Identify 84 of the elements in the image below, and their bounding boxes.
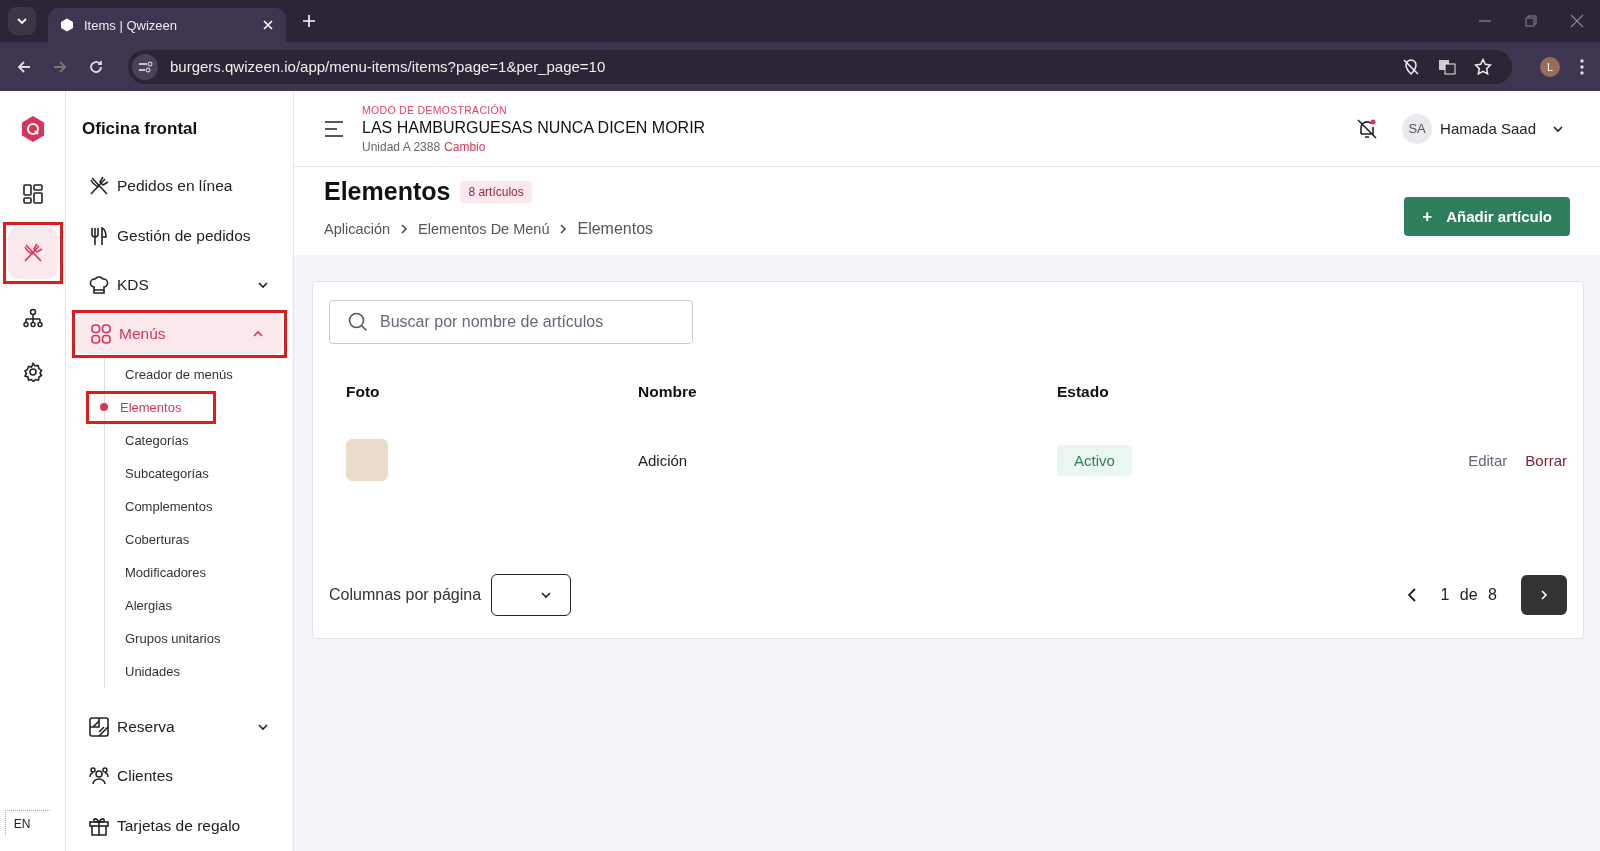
- search-icon: [348, 312, 368, 332]
- sidebar-item[interactable]: Reserva: [72, 701, 287, 752]
- sidebar-item[interactable]: Clientes: [72, 751, 287, 802]
- submenu-item[interactable]: Modificadores: [125, 564, 206, 580]
- submenu-item[interactable]: Subcategorías: [125, 465, 209, 481]
- restore-icon[interactable]: [1524, 14, 1538, 28]
- settings-icon: [22, 362, 43, 382]
- grid-icon: [91, 324, 111, 344]
- floor-plan-icon: [89, 716, 109, 737]
- back-icon[interactable]: [16, 58, 32, 75]
- unit-label: Unidad A 2388: [362, 139, 441, 154]
- location-off-icon[interactable]: [1402, 57, 1420, 76]
- chevron-right-icon: [400, 223, 409, 235]
- new-tab-icon[interactable]: [302, 14, 316, 28]
- site-settings-icon[interactable]: [132, 53, 158, 80]
- close-icon[interactable]: [262, 19, 274, 31]
- star-icon[interactable]: [1474, 57, 1492, 76]
- chef-hat-icon: [89, 275, 109, 296]
- site-logo-icon: [60, 18, 74, 32]
- chevron-right-icon: [1540, 589, 1548, 601]
- submenu-item[interactable]: Alergias: [125, 597, 172, 613]
- breadcrumb-link[interactable]: Aplicación: [324, 221, 391, 237]
- status-badge: Activo: [1057, 444, 1132, 476]
- fork-icon: [89, 225, 109, 246]
- sitemap-icon: [22, 308, 43, 328]
- breadcrumb-link[interactable]: Elementos De Menú: [418, 221, 550, 237]
- submenu-item[interactable]: Unidades: [125, 663, 180, 679]
- submenu-item[interactable]: Elementos: [120, 399, 182, 415]
- caret-icon: [16, 15, 28, 27]
- submenu-item[interactable]: Complementos: [125, 498, 213, 514]
- rows-per-page-select[interactable]: [491, 574, 572, 616]
- gift-icon: [89, 816, 109, 837]
- close-window-icon[interactable]: [1570, 14, 1584, 28]
- page-indicator: 1 de 8: [1440, 586, 1497, 604]
- rows-per-page-label: Columnas por página: [329, 586, 482, 604]
- page-title: Elementos: [324, 177, 451, 206]
- previous-page-icon[interactable]: [1406, 587, 1417, 603]
- change-link[interactable]: Cambio: [444, 139, 486, 154]
- language-switcher[interactable]: EN: [4, 810, 51, 835]
- people-icon: [89, 766, 109, 787]
- next-page-button[interactable]: [1521, 575, 1567, 615]
- user-name: Hamada Saad: [1440, 120, 1536, 137]
- column-header: Foto: [346, 383, 381, 401]
- sidebar-item[interactable]: Gestión de pedidos: [72, 210, 287, 261]
- translate-icon[interactable]: [1438, 57, 1456, 76]
- submenu-item[interactable]: Grupos unitarios: [125, 630, 221, 646]
- demo-mode-label: MODO DE DEMOSTRACIÓN: [362, 103, 508, 116]
- count-badge: 8 artículos: [460, 180, 532, 203]
- column-header: Estado: [1057, 383, 1110, 401]
- submenu-item[interactable]: Coberturas: [125, 531, 190, 547]
- app-logo-icon[interactable]: [20, 116, 45, 142]
- sidebar-item[interactable]: Pedidos en línea: [72, 161, 287, 211]
- restaurant-name: LAS HAMBURGUESAS NUNCA DICEN MORIR: [362, 118, 706, 137]
- fork-knife-icon: [89, 175, 109, 196]
- submenu-item[interactable]: Categorías: [125, 432, 189, 448]
- sidebar-item[interactable]: Tarjetas de regalo: [72, 801, 287, 851]
- sidebar-title: Oficina frontal: [81, 119, 199, 139]
- tab-list-button[interactable]: [8, 7, 36, 35]
- sidebar-item[interactable]: KDS: [72, 260, 287, 311]
- sidebar-item[interactable]: Menús: [77, 314, 282, 354]
- submenu-item[interactable]: Creador de menús: [125, 366, 233, 382]
- address-bar[interactable]: burgers.qwizeen.io/app/menu-items/items?page=1&per_page=10: [128, 49, 1512, 84]
- edit-link[interactable]: Editar: [1468, 451, 1508, 469]
- delete-link[interactable]: Borrar: [1525, 451, 1567, 469]
- user-menu[interactable]: SA Hamada Saad: [1402, 113, 1564, 144]
- table-cell-text: Adición: [638, 451, 689, 469]
- profile-avatar[interactable]: L: [1540, 56, 1560, 77]
- forward-icon[interactable]: [52, 58, 68, 75]
- breadcrumb-link[interactable]: Elementos: [577, 220, 654, 238]
- photo-placeholder: [346, 439, 388, 481]
- search-field[interactable]: Buscar por nombre de artículos: [329, 300, 693, 344]
- browser-tab[interactable]: Items | Qwizeen: [48, 8, 286, 42]
- fork-knife-icon: [22, 243, 43, 263]
- chevron-right-icon: [559, 223, 568, 235]
- add-item-button[interactable]: + Añadir artículo: [1404, 197, 1570, 236]
- column-header: Nombre: [638, 383, 698, 401]
- active-dot: [100, 403, 108, 412]
- dashboard-icon: [22, 184, 43, 204]
- reload-icon[interactable]: [88, 58, 104, 75]
- notification-off-icon[interactable]: [1356, 117, 1379, 140]
- chevron-icon: [540, 589, 553, 601]
- menu-icon[interactable]: [324, 120, 344, 137]
- user-avatar: SA: [1402, 113, 1433, 144]
- more-icon[interactable]: [1580, 58, 1584, 75]
